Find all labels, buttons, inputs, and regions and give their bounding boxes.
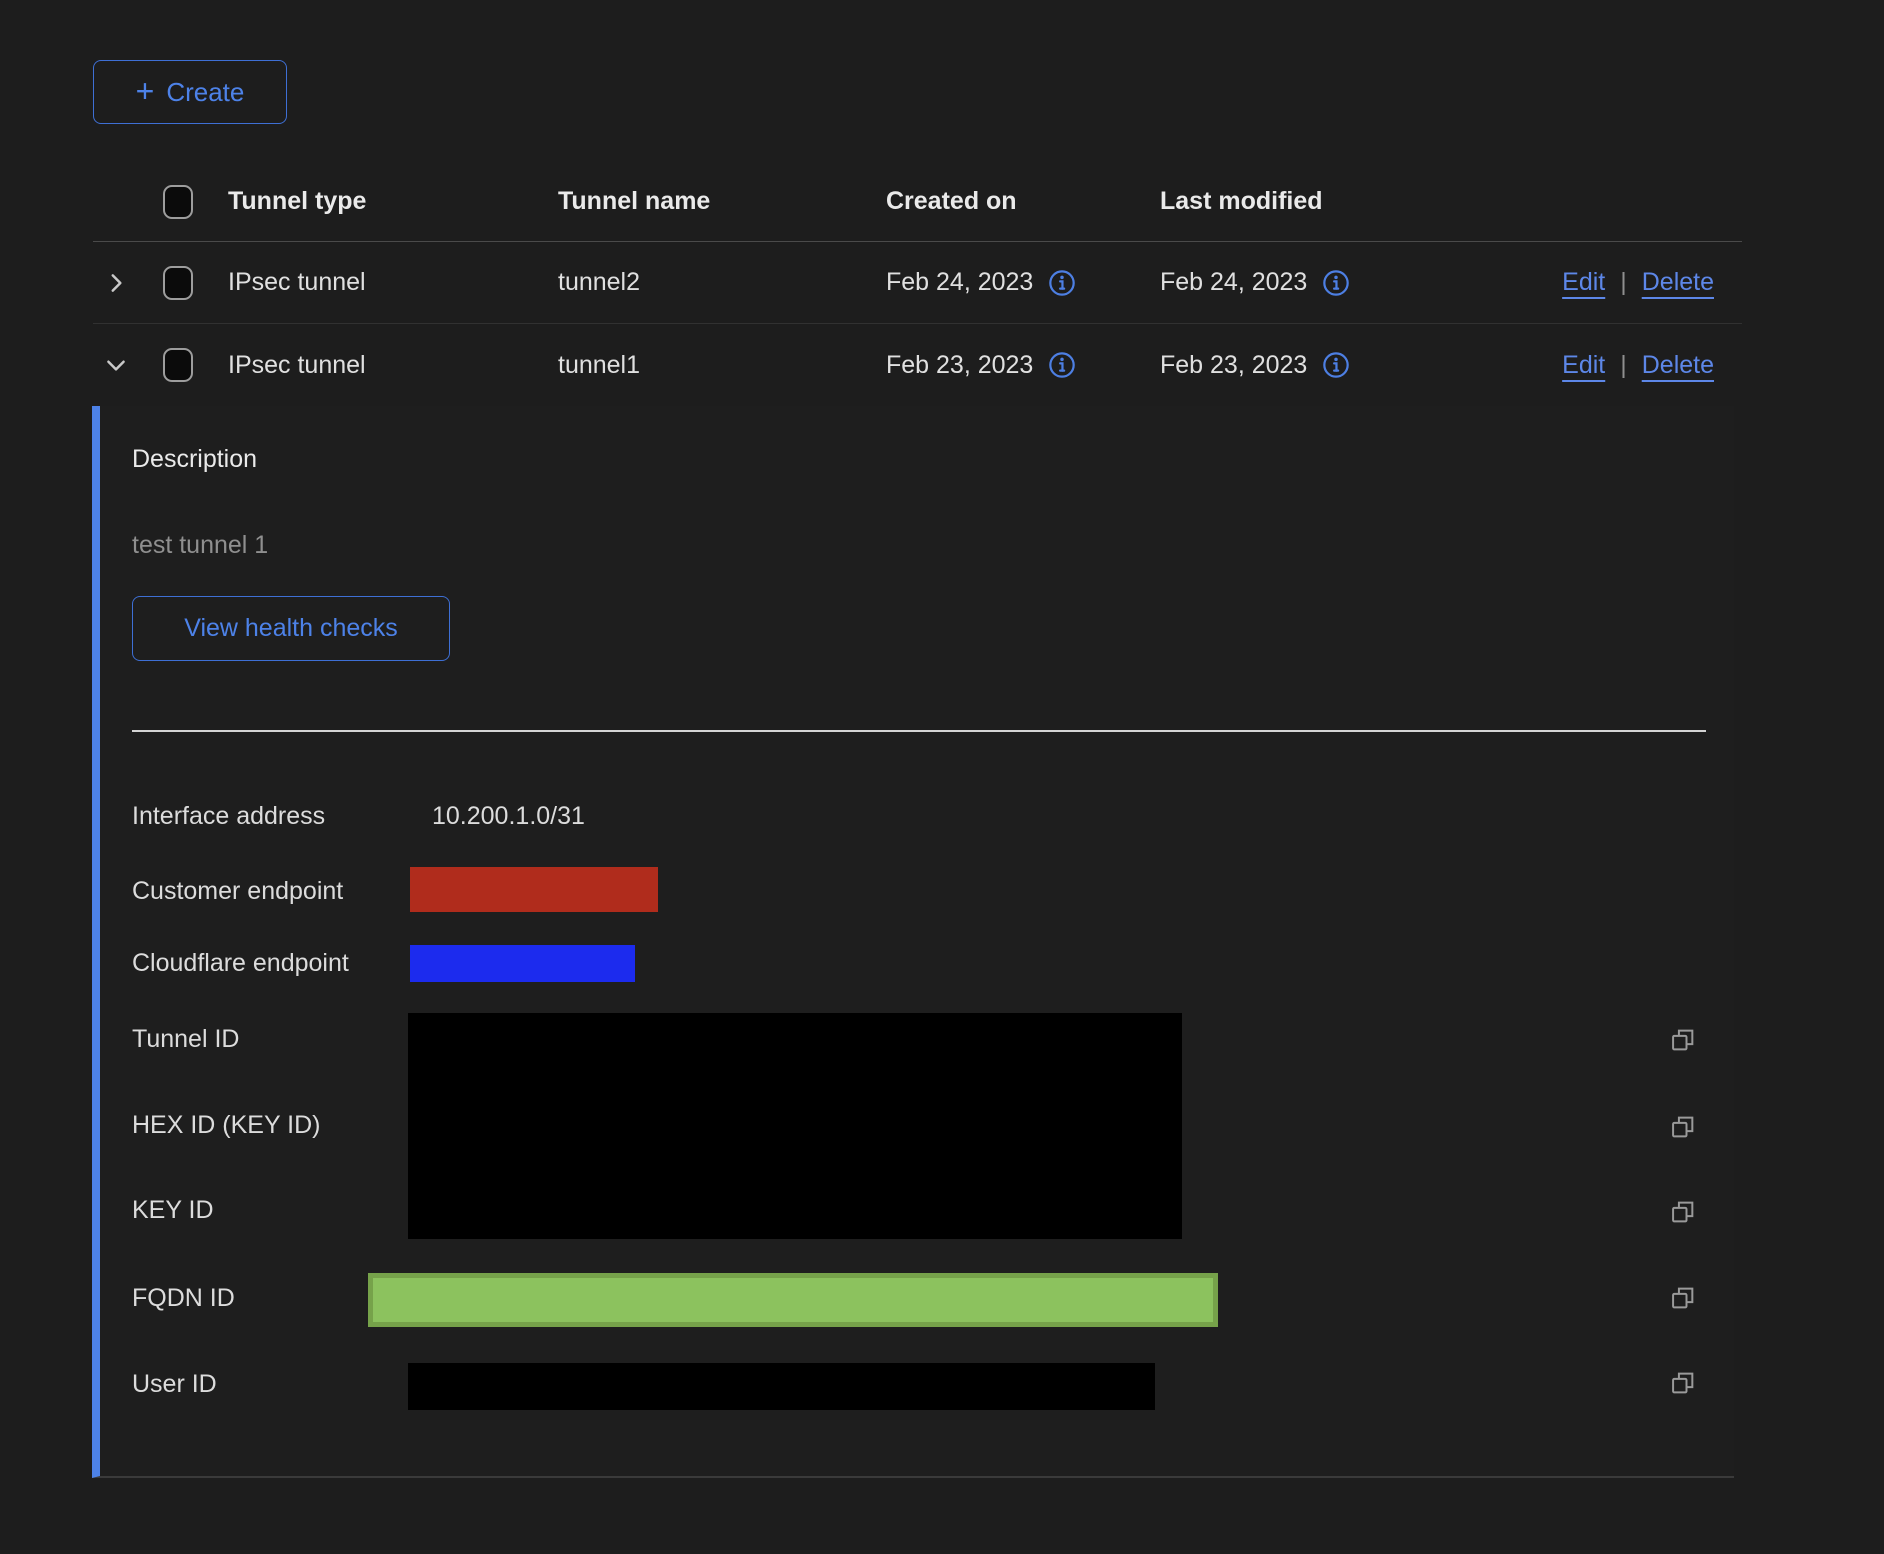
created-on-value: Feb 23, 2023 <box>886 351 1033 380</box>
row-actions-cell: Edit | Delete <box>1540 268 1742 297</box>
key-id-label: KEY ID <box>132 1195 214 1225</box>
interface-address-value: 10.200.1.0/31 <box>432 801 585 831</box>
panel-divider <box>132 730 1706 732</box>
delete-link[interactable]: Delete <box>1642 351 1714 380</box>
last-modified-value: Feb 23, 2023 <box>1160 351 1307 380</box>
tunnel-name-cell: tunnel1 <box>558 351 886 380</box>
info-icon[interactable] <box>1322 269 1350 297</box>
copy-hex-id-icon[interactable] <box>1669 1113 1697 1141</box>
customer-endpoint-redacted-value <box>410 867 658 912</box>
delete-link[interactable]: Delete <box>1642 268 1714 297</box>
copy-tunnel-id-icon[interactable] <box>1669 1026 1697 1054</box>
link-separator: | <box>1620 268 1627 297</box>
info-icon[interactable] <box>1322 351 1350 379</box>
table-row-tunnel2: IPsec tunnel tunnel2 Feb 24, 2023 Feb 24… <box>93 242 1742 324</box>
row-checkbox-cell <box>163 266 228 300</box>
chevron-right-icon[interactable] <box>103 270 129 296</box>
description-heading: Description <box>132 444 257 474</box>
description-text: test tunnel 1 <box>132 530 268 560</box>
col-header-created-on: Created on <box>886 187 1160 216</box>
table-row-tunnel1: IPsec tunnel tunnel1 Feb 23, 2023 Feb 23… <box>93 324 1742 406</box>
copy-user-id-icon[interactable] <box>1669 1369 1697 1397</box>
create-button[interactable]: + Create <box>93 60 287 124</box>
tunnel-type-cell: IPsec tunnel <box>228 351 558 380</box>
row-checkbox[interactable] <box>163 348 193 382</box>
copy-key-id-icon[interactable] <box>1669 1198 1697 1226</box>
last-modified-cell: Feb 23, 2023 <box>1160 351 1540 380</box>
copy-fqdn-id-icon[interactable] <box>1669 1284 1697 1312</box>
info-icon[interactable] <box>1048 351 1076 379</box>
edit-link[interactable]: Edit <box>1562 268 1605 297</box>
col-header-tunnel-name: Tunnel name <box>558 187 886 216</box>
ids-redacted-value-block <box>408 1013 1182 1239</box>
last-modified-cell: Feb 24, 2023 <box>1160 268 1540 297</box>
col-header-last-modified: Last modified <box>1160 187 1540 216</box>
col-header-tunnel-type: Tunnel type <box>228 187 558 216</box>
created-on-cell: Feb 23, 2023 <box>886 351 1160 380</box>
tunnel-type-cell: IPsec tunnel <box>228 268 558 297</box>
tunnels-table: Tunnel type Tunnel name Created on Last … <box>93 162 1742 406</box>
table-header: Tunnel type Tunnel name Created on Last … <box>93 162 1742 242</box>
created-on-cell: Feb 24, 2023 <box>886 268 1160 297</box>
chevron-down-icon[interactable] <box>103 352 129 378</box>
fqdn-id-redacted-value <box>368 1273 1218 1327</box>
row-actions-cell: Edit | Delete <box>1540 351 1742 380</box>
user-id-label: User ID <box>132 1369 217 1399</box>
row-expander-cell <box>93 352 163 378</box>
cloudflare-endpoint-label: Cloudflare endpoint <box>132 948 349 978</box>
expanded-detail-panel: Description test tunnel 1 View health ch… <box>92 406 1734 1478</box>
row-expander-cell <box>93 270 163 296</box>
info-icon[interactable] <box>1048 269 1076 297</box>
row-checkbox-cell <box>163 348 228 382</box>
last-modified-value: Feb 24, 2023 <box>1160 268 1307 297</box>
fqdn-id-label: FQDN ID <box>132 1283 235 1313</box>
cloudflare-endpoint-redacted-value <box>410 945 635 982</box>
plus-icon: + <box>136 75 155 107</box>
user-id-redacted-value <box>408 1363 1155 1410</box>
row-checkbox[interactable] <box>163 266 193 300</box>
select-all-checkbox[interactable] <box>163 185 193 219</box>
edit-link[interactable]: Edit <box>1562 351 1605 380</box>
ipsec-tunnels-page: + Create Tunnel type Tunnel name Created… <box>0 0 1884 1554</box>
hex-id-label: HEX ID (KEY ID) <box>132 1110 320 1140</box>
customer-endpoint-label: Customer endpoint <box>132 876 343 906</box>
tunnel-id-label: Tunnel ID <box>132 1024 239 1054</box>
interface-address-label: Interface address <box>132 801 325 831</box>
create-button-label: Create <box>166 77 244 108</box>
header-checkbox-cell <box>163 185 228 219</box>
view-health-checks-button[interactable]: View health checks <box>132 596 450 661</box>
tunnel-name-cell: tunnel2 <box>558 268 886 297</box>
link-separator: | <box>1620 351 1627 380</box>
created-on-value: Feb 24, 2023 <box>886 268 1033 297</box>
